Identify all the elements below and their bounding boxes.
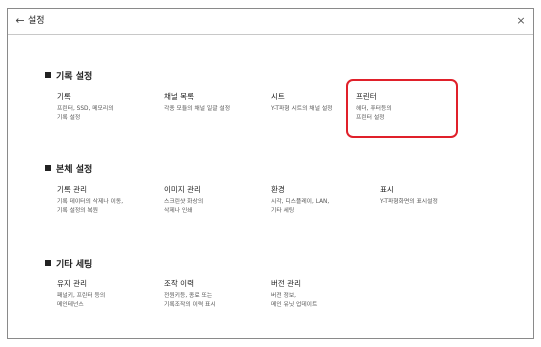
item-label: 조작 이력 — [164, 279, 194, 288]
item-desc: 기록 설정의 복원 — [57, 208, 99, 214]
item-label: 표시 — [380, 185, 394, 194]
section-title-record-settings: 기록 설정 — [45, 71, 92, 83]
bullet-square-icon — [45, 260, 51, 266]
item-desc: 스크린샷 화상의 — [164, 199, 204, 205]
title-bar: ← 설정 × — [8, 9, 533, 35]
section-title-text: 본체 설정 — [56, 165, 93, 175]
section-title-unit-settings: 본체 설정 — [45, 164, 92, 176]
settings-item-display[interactable]: 표시 Y-T파형화면의 표시설정 — [380, 185, 490, 207]
item-desc: 시각, 디스플레이, LAN, — [271, 199, 330, 205]
item-desc: 프린터 설정 — [356, 115, 385, 121]
item-desc: 기록 데이터의 삭제나 이동, — [57, 199, 124, 205]
item-desc: 전원키등, 종료 또는 — [164, 293, 213, 299]
settings-item-image-management[interactable]: 이미지 관리 스크린샷 화상의 삭제나 인쇄 — [164, 185, 274, 216]
settings-item-record-management[interactable]: 기록 관리 기록 데이터의 삭제나 이동, 기록 설정의 복원 — [57, 185, 167, 216]
item-label: 버전 관리 — [271, 279, 301, 288]
item-desc: 기록조작의 이력 표시 — [164, 302, 216, 308]
item-label: 기록 — [57, 92, 71, 101]
item-label: 환경 — [271, 185, 285, 194]
item-label: 유지 관리 — [57, 279, 87, 288]
item-desc: 기타 세팅 — [271, 208, 295, 214]
bullet-square-icon — [45, 165, 51, 171]
item-label: 이미지 관리 — [164, 185, 201, 194]
item-label: 채널 목록 — [164, 92, 194, 101]
item-desc: 버전 정보, — [271, 293, 297, 299]
back-arrow-icon[interactable]: ← — [14, 14, 26, 28]
item-desc: 메인 유닛 업데이트 — [271, 302, 318, 308]
item-label: 프린터 — [356, 92, 377, 101]
section-title-other-settings: 기타 세팅 — [45, 259, 92, 271]
settings-item-version-management[interactable]: 버전 관리 버전 정보, 메인 유닛 업데이트 — [271, 279, 381, 310]
bullet-square-icon — [45, 72, 51, 78]
settings-item-record[interactable]: 기록 프린터, SSD, 메모리의 기록 설정 — [57, 92, 167, 123]
item-desc: 삭제나 인쇄 — [164, 208, 193, 214]
page-title: 설정 — [28, 16, 45, 26]
settings-item-printer[interactable]: 프린터 헤더, 푸터등의 프린터 설정 — [356, 92, 466, 123]
item-desc: 메인테넌스 — [57, 302, 84, 308]
section-title-text: 기록 설정 — [56, 72, 93, 82]
item-label: 기록 관리 — [57, 185, 87, 194]
close-icon[interactable]: × — [515, 14, 527, 28]
settings-item-operation-history[interactable]: 조작 이력 전원키등, 종료 또는 기록조작의 이력 표시 — [164, 279, 274, 310]
item-desc: Y-T파형화면의 표시설정 — [380, 199, 438, 205]
item-desc: 프린터, SSD, 메모리의 — [57, 106, 114, 112]
item-desc: 헤더, 푸터등의 — [356, 106, 392, 112]
settings-item-environment[interactable]: 환경 시각, 디스플레이, LAN, 기타 세팅 — [271, 185, 381, 216]
item-desc: 각종 모듈의 채널 일괄 설정 — [164, 106, 231, 112]
section-title-text: 기타 세팅 — [56, 260, 93, 270]
settings-item-channel-list[interactable]: 채널 목록 각종 모듈의 채널 일괄 설정 — [164, 92, 274, 114]
item-desc: 기록 설정 — [57, 115, 81, 121]
settings-item-maintenance[interactable]: 유지 관리 패널키, 프린터 등의 메인테넌스 — [57, 279, 167, 310]
item-desc: 패널키, 프린터 등의 — [57, 293, 106, 299]
